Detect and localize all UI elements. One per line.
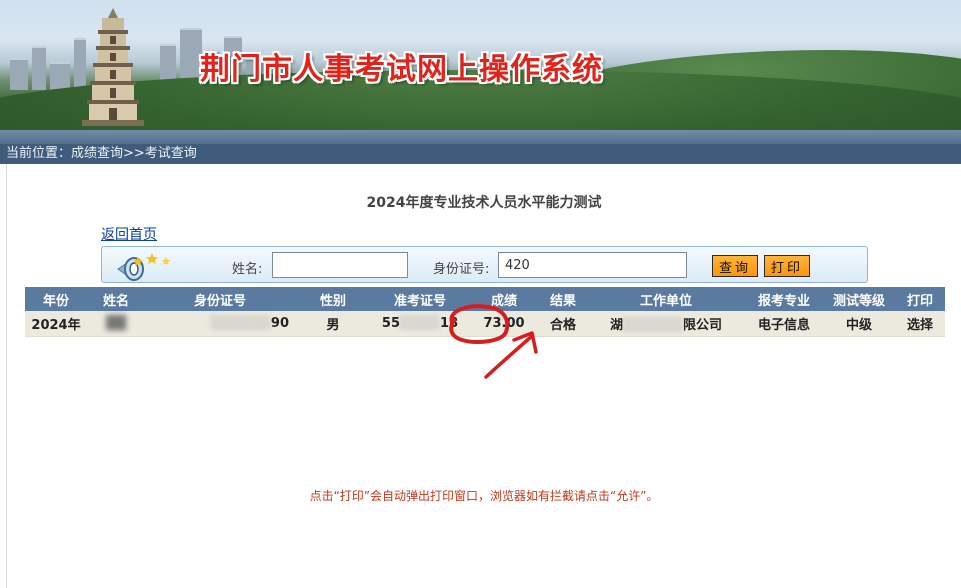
column-header-major: 报考专业 (745, 287, 823, 311)
cell-score: 73.00 (469, 311, 539, 337)
banner-strip (0, 130, 961, 144)
back-home-link[interactable]: 返回首页 (101, 224, 157, 244)
table-header-row: 年份 姓名 身份证号 性别 准考证号 成绩 结果 工作单位 报考专业 测试等级 … (25, 287, 945, 311)
cell-name: ██ (87, 311, 145, 337)
page-title: 2024年度专业技术人员水平能力测试 (366, 195, 602, 211)
cell-name-redacted: ██ (106, 316, 126, 331)
left-border (6, 164, 7, 588)
name-input[interactable] (272, 252, 408, 278)
column-header-id-number: 身份证号 (145, 287, 295, 311)
header-banner: 荆门市人事考试网上操作系统 (0, 0, 961, 130)
cell-employer-suffix: 限公司 (683, 318, 723, 333)
query-button[interactable]: 查询 (712, 255, 758, 277)
cell-exam-suffix: 18 (440, 316, 459, 331)
cell-id-visible: 90 (270, 316, 289, 331)
cell-year: 2024年 (25, 311, 87, 337)
id-number-input[interactable] (498, 252, 687, 278)
column-header-employer: 工作单位 (587, 287, 745, 311)
pagoda-image (82, 8, 144, 126)
cell-gender: 男 (295, 311, 371, 337)
column-header-name: 姓名 (87, 287, 145, 311)
column-header-score: 成绩 (469, 287, 539, 311)
column-header-print: 打印 (895, 287, 945, 311)
cell-level: 中级 (823, 311, 895, 337)
cell-major: 电子信息 (745, 311, 823, 337)
cell-print-select[interactable]: 选择 (895, 311, 945, 337)
cell-employer: 湖░░░░░░限公司 (587, 311, 745, 337)
cell-exam-number: 55░░░░18 (371, 311, 469, 337)
id-number-label: 身份证号: (433, 262, 490, 277)
name-label: 姓名: (232, 262, 263, 277)
speaker-icon (117, 253, 171, 281)
cell-employer-prefix: 湖 (609, 318, 623, 333)
column-header-level: 测试等级 (823, 287, 895, 311)
print-hint-note: 点击“打印”会自动弹出打印窗口，浏览器如有拦截请点击“允许”。 (309, 489, 659, 503)
print-button[interactable]: 打印 (764, 255, 810, 277)
column-header-result: 结果 (539, 287, 587, 311)
breadcrumb: 当前位置：成绩查询>>考试查询 (0, 144, 961, 164)
column-header-gender: 性别 (295, 287, 371, 311)
column-header-year: 年份 (25, 287, 87, 311)
site-title: 荆门市人事考试网上操作系统 (200, 52, 603, 87)
cell-exam-prefix: 55 (381, 316, 400, 331)
cell-id-number: ░░░░░░90 (145, 311, 295, 337)
cell-exam-redacted: ░░░░ (400, 316, 440, 331)
cell-employer-redacted: ░░░░░░ (623, 318, 683, 333)
search-panel: 姓名: 身份证号: 查询 打印 (101, 246, 868, 283)
results-table: 年份 姓名 身份证号 性别 准考证号 成绩 结果 工作单位 报考专业 测试等级 … (25, 287, 945, 337)
table-row: 2024年 ██ ░░░░░░90 男 55░░░░18 73.00 合格 湖░… (25, 311, 945, 337)
cell-id-redacted: ░░░░░░ (210, 316, 271, 331)
column-header-exam-number: 准考证号 (371, 287, 469, 311)
cell-result: 合格 (539, 311, 587, 337)
